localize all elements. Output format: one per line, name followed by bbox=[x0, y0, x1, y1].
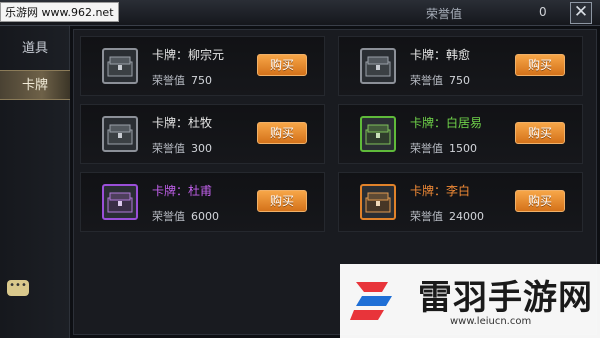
close-icon: ✕ bbox=[573, 2, 589, 22]
honor-label: 荣誉值 bbox=[426, 7, 463, 21]
card-thumbnail bbox=[360, 116, 396, 152]
card-name: 卡牌：杜甫 bbox=[152, 184, 213, 198]
close-button[interactable]: ✕ bbox=[570, 2, 592, 24]
card-thumbnail bbox=[102, 48, 138, 84]
card-thumbnail bbox=[102, 116, 138, 152]
buy-button[interactable]: 购买 bbox=[515, 190, 565, 212]
card-chest-icon bbox=[107, 192, 133, 213]
card-honor: 荣誉值 6000 bbox=[152, 210, 219, 223]
card-chest-icon bbox=[107, 124, 133, 145]
card-chest-icon bbox=[365, 192, 391, 213]
buy-button[interactable]: 购买 bbox=[257, 190, 307, 212]
card-name: 卡牌：柳宗元 bbox=[152, 48, 225, 62]
card-item: 卡牌：韩愈 荣誉值 750 购买 bbox=[338, 36, 583, 96]
chat-bubble-icon[interactable]: ••• bbox=[7, 280, 29, 296]
brand-logo-icon bbox=[350, 282, 392, 320]
card-item: 卡牌：李白 荣誉值 24000 购买 bbox=[338, 172, 583, 232]
card-honor: 荣誉值 300 bbox=[152, 142, 212, 155]
site-watermark-top: 乐游网 www.962.net bbox=[0, 2, 119, 22]
card-name: 卡牌：白居易 bbox=[410, 116, 483, 130]
card-thumbnail bbox=[360, 184, 396, 220]
buy-button[interactable]: 购买 bbox=[515, 54, 565, 76]
brand-url: www.leiucn.com bbox=[450, 316, 532, 327]
card-honor: 荣誉值 24000 bbox=[410, 210, 484, 223]
card-item: 卡牌：柳宗元 荣誉值 750 购买 bbox=[80, 36, 325, 96]
card-chest-icon bbox=[365, 124, 391, 145]
card-chest-icon bbox=[107, 56, 133, 77]
card-honor: 荣誉值 750 bbox=[410, 74, 470, 87]
card-honor: 荣誉值 1500 bbox=[410, 142, 477, 155]
card-item: 卡牌：白居易 荣誉值 1500 购买 bbox=[338, 104, 583, 164]
buy-button[interactable]: 购买 bbox=[515, 122, 565, 144]
buy-button[interactable]: 购买 bbox=[257, 122, 307, 144]
brand-title: 雷羽手游网 bbox=[418, 278, 593, 318]
site-watermark-bottom: 雷羽手游网 www.leiucn.com bbox=[340, 264, 600, 338]
buy-button[interactable]: 购买 bbox=[257, 54, 307, 76]
card-item: 卡牌：杜甫 荣誉值 6000 购买 bbox=[80, 172, 325, 232]
sidebar: 道具 卡牌 ••• bbox=[0, 26, 70, 338]
card-item: 卡牌：杜牧 荣誉值 300 购买 bbox=[80, 104, 325, 164]
card-thumbnail bbox=[102, 184, 138, 220]
sidebar-item-tools[interactable]: 道具 bbox=[0, 34, 70, 64]
card-thumbnail bbox=[360, 48, 396, 84]
card-name: 卡牌：李白 bbox=[410, 184, 471, 198]
top-bar: 乐游网 www.962.net 荣誉值 0 ✕ bbox=[0, 0, 600, 26]
card-name: 卡牌：杜牧 bbox=[152, 116, 213, 130]
card-chest-icon bbox=[365, 56, 391, 77]
honor-value: 0 bbox=[539, 5, 547, 19]
card-honor: 荣誉值 750 bbox=[152, 74, 212, 87]
card-name: 卡牌：韩愈 bbox=[410, 48, 471, 62]
sidebar-item-cards[interactable]: 卡牌 bbox=[0, 70, 70, 100]
